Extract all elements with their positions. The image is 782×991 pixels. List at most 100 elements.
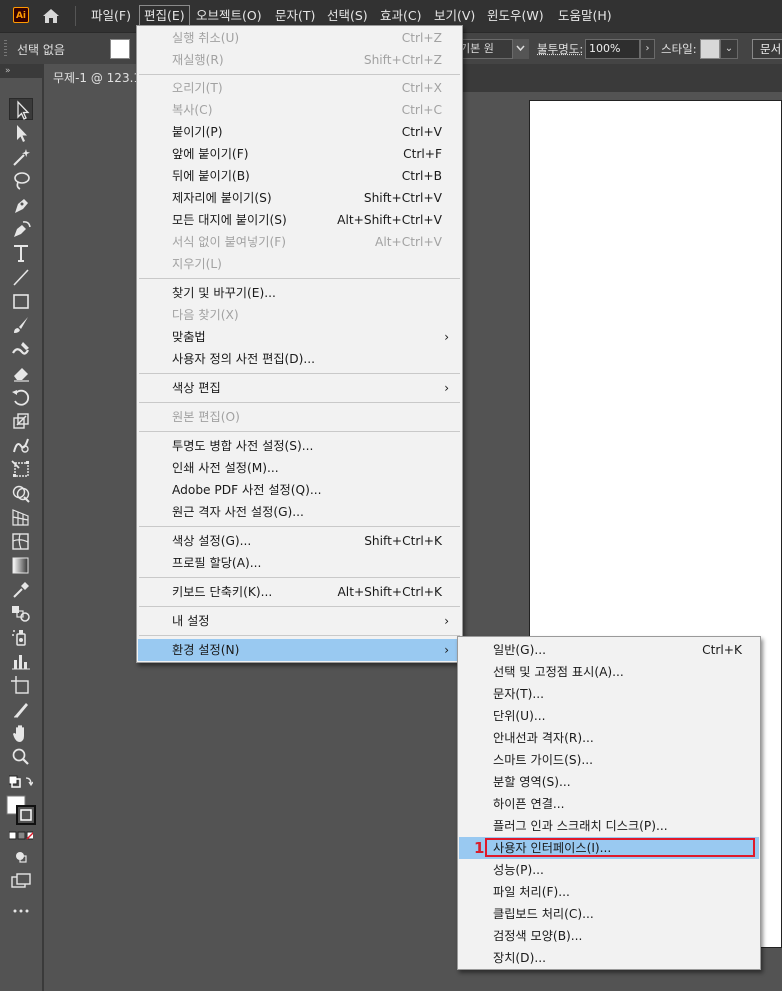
menu-help[interactable]: 도움말(H) [554,6,616,25]
shaper-tool-icon[interactable] [9,338,33,360]
submenu-item-appearance-of-black[interactable]: 검정색 모양(B)... [459,925,759,947]
menu-item-transparency-flattener-presets[interactable]: 투명도 병합 사전 설정(S)... [138,435,461,457]
menu-item-color-settings[interactable]: 색상 설정(G)... Shift+Ctrl+K [138,530,461,552]
double-chevron-icon[interactable]: » [5,64,10,78]
menu-item-redo[interactable]: 재실행(R) Shift+Ctrl+Z [138,49,461,71]
submenu-item-units[interactable]: 단위(U)... [459,705,759,727]
pen-tool-icon[interactable] [9,194,33,216]
menu-item-preferences[interactable]: 환경 설정(N) › [138,639,461,661]
menu-item-paste-in-back[interactable]: 뒤에 붙이기(B) Ctrl+B [138,165,461,187]
menu-item-edit-colors[interactable]: 색상 편집 › [138,377,461,399]
home-icon[interactable] [41,6,61,26]
color-mode-icons[interactable] [8,830,35,842]
submenu-item-devices[interactable]: 장치(D)... [459,947,759,969]
submenu-item-general[interactable]: 일반(G)... Ctrl+K [459,639,759,661]
menu-separator [139,74,460,75]
scale-tool-icon[interactable] [9,410,33,432]
line-segment-tool-icon[interactable] [9,266,33,288]
direct-selection-tool-icon[interactable] [9,122,33,144]
menu-item-cut[interactable]: 오리기(T) Ctrl+X [138,77,461,99]
menu-item-paste-in-front[interactable]: 앞에 붙이기(F) Ctrl+F [138,143,461,165]
menu-item-paste-on-all-artboards[interactable]: 모든 대지에 붙이기(S) Alt+Shift+Ctrl+V [138,209,461,231]
panel-grip-icon[interactable] [4,40,7,58]
free-transform-tool-icon[interactable] [9,458,33,480]
menu-view[interactable]: 보기(V) [430,6,479,25]
mesh-tool-icon[interactable] [9,530,33,552]
menu-item-spelling[interactable]: 맞춤법 › [138,326,461,348]
gradient-tool-icon[interactable] [9,554,33,576]
menu-item-keyboard-shortcuts[interactable]: 키보드 단축키(K)... Alt+Shift+Ctrl+K [138,581,461,603]
menu-item-undo[interactable]: 실행 취소(U) Ctrl+Z [138,27,461,49]
selection-status: 선택 없음 [17,43,65,57]
menu-item-paste-in-place[interactable]: 제자리에 붙이기(S) Shift+Ctrl+V [138,187,461,209]
opacity-input[interactable]: 100% [585,39,640,59]
symbol-sprayer-tool-icon[interactable] [9,626,33,648]
opacity-label[interactable]: 불투명도: [537,41,583,57]
menu-item-copy[interactable]: 복사(C) Ctrl+C [138,99,461,121]
menu-item-my-settings[interactable]: 내 설정 › [138,610,461,632]
menu-item-paste[interactable]: 붙이기(P) Ctrl+V [138,121,461,143]
rotate-tool-icon[interactable] [9,386,33,408]
shape-builder-tool-icon[interactable] [9,482,33,504]
paintbrush-tool-icon[interactable] [9,314,33,336]
blend-tool-icon[interactable] [9,602,33,624]
submenu-item-plugins-scratch-disks[interactable]: 플러그 인과 스크래치 디스크(P)... [459,815,759,837]
perspective-grid-tool-icon[interactable] [9,506,33,528]
slice-tool-icon[interactable] [9,698,33,720]
submenu-item-guides-grid[interactable]: 안내선과 격자(R)... [459,727,759,749]
default-colors-icon[interactable] [8,775,34,789]
menu-item-adobe-pdf-presets[interactable]: Adobe PDF 사전 설정(Q)... [138,479,461,501]
chevron-down-icon[interactable] [512,39,529,59]
step-number-annotation: 1 [474,839,485,857]
menu-item-paste-without-formatting[interactable]: 서식 없이 붙여넣기(F) Alt+Ctrl+V [138,231,461,253]
zoom-tool-icon[interactable] [9,746,33,768]
menu-file[interactable]: 파일(F) [87,6,135,25]
submenu-item-clipboard-handling[interactable]: 클립보드 처리(C)... [459,903,759,925]
menu-item-clear[interactable]: 지우기(L) [138,253,461,275]
menu-item-print-presets[interactable]: 인쇄 사전 설정(M)... [138,457,461,479]
menu-item-find-replace[interactable]: 찾기 및 바꾸기(E)... [138,282,461,304]
menu-object[interactable]: 오브젝트(O) [192,6,266,25]
rectangle-tool-icon[interactable] [9,290,33,312]
menu-item-assign-profile[interactable]: 프로필 할당(A)... [138,552,461,574]
type-tool-icon[interactable] [9,242,33,264]
document-setup-button[interactable]: 문서 설정 [752,39,782,59]
menu-type[interactable]: 문자(T) [271,6,319,25]
menu-item-find-next[interactable]: 다음 찾기(X) [138,304,461,326]
curvature-tool-icon[interactable] [9,218,33,240]
eyedropper-tool-icon[interactable] [9,578,33,600]
magic-wand-tool-icon[interactable] [9,146,33,168]
lasso-tool-icon[interactable] [9,170,33,192]
chevron-down-icon[interactable]: ⌄ [720,39,738,59]
menu-item-edit-original[interactable]: 원본 편집(O) [138,406,461,428]
hand-tool-icon[interactable] [9,722,33,744]
graphic-style-swatch[interactable] [700,39,720,59]
submenu-item-slices[interactable]: 분할 영역(S)... [459,771,759,793]
submenu-item-user-interface[interactable]: 1 사용자 인터페이스(I)... [459,837,759,859]
menu-item-edit-custom-dictionary[interactable]: 사용자 정의 사전 편집(D)... [138,348,461,370]
menu-select[interactable]: 선택(S) [323,6,372,25]
menu-window[interactable]: 윈도우(W) [483,6,548,25]
submenu-item-hyphenation[interactable]: 하이픈 연결... [459,793,759,815]
menu-item-perspective-grid-presets[interactable]: 원근 격자 사전 설정(G)... [138,501,461,523]
chevron-right-icon[interactable]: › [640,39,655,59]
selection-tool-icon[interactable] [9,98,33,120]
more-tools-icon[interactable] [9,900,33,922]
column-graph-tool-icon[interactable] [9,650,33,672]
eraser-tool-icon[interactable] [9,362,33,384]
submenu-item-type[interactable]: 문자(T)... [459,683,759,705]
menu-effect[interactable]: 효과(C) [376,6,425,25]
fill-color-swatch[interactable] [110,39,130,59]
artboard-tool-icon[interactable] [9,674,33,696]
menu-separator [75,6,76,26]
submenu-item-smart-guides[interactable]: 스마트 가이드(S)... [459,749,759,771]
submenu-item-selection-anchor-display[interactable]: 선택 및 고정점 표시(A)... [459,661,759,683]
submenu-item-performance[interactable]: 성능(P)... [459,859,759,881]
submenu-item-file-handling[interactable]: 파일 처리(F)... [459,881,759,903]
draw-mode-icon[interactable] [9,846,33,868]
warp-tool-icon[interactable] [9,434,33,456]
fill-stroke-swatches[interactable] [5,794,37,826]
screen-mode-icon[interactable] [9,870,33,892]
menu-edit[interactable]: 편집(E) [139,5,190,26]
document-tab[interactable]: 무제-1 @ 123.12% (RGB/미리보기) [44,64,140,92]
